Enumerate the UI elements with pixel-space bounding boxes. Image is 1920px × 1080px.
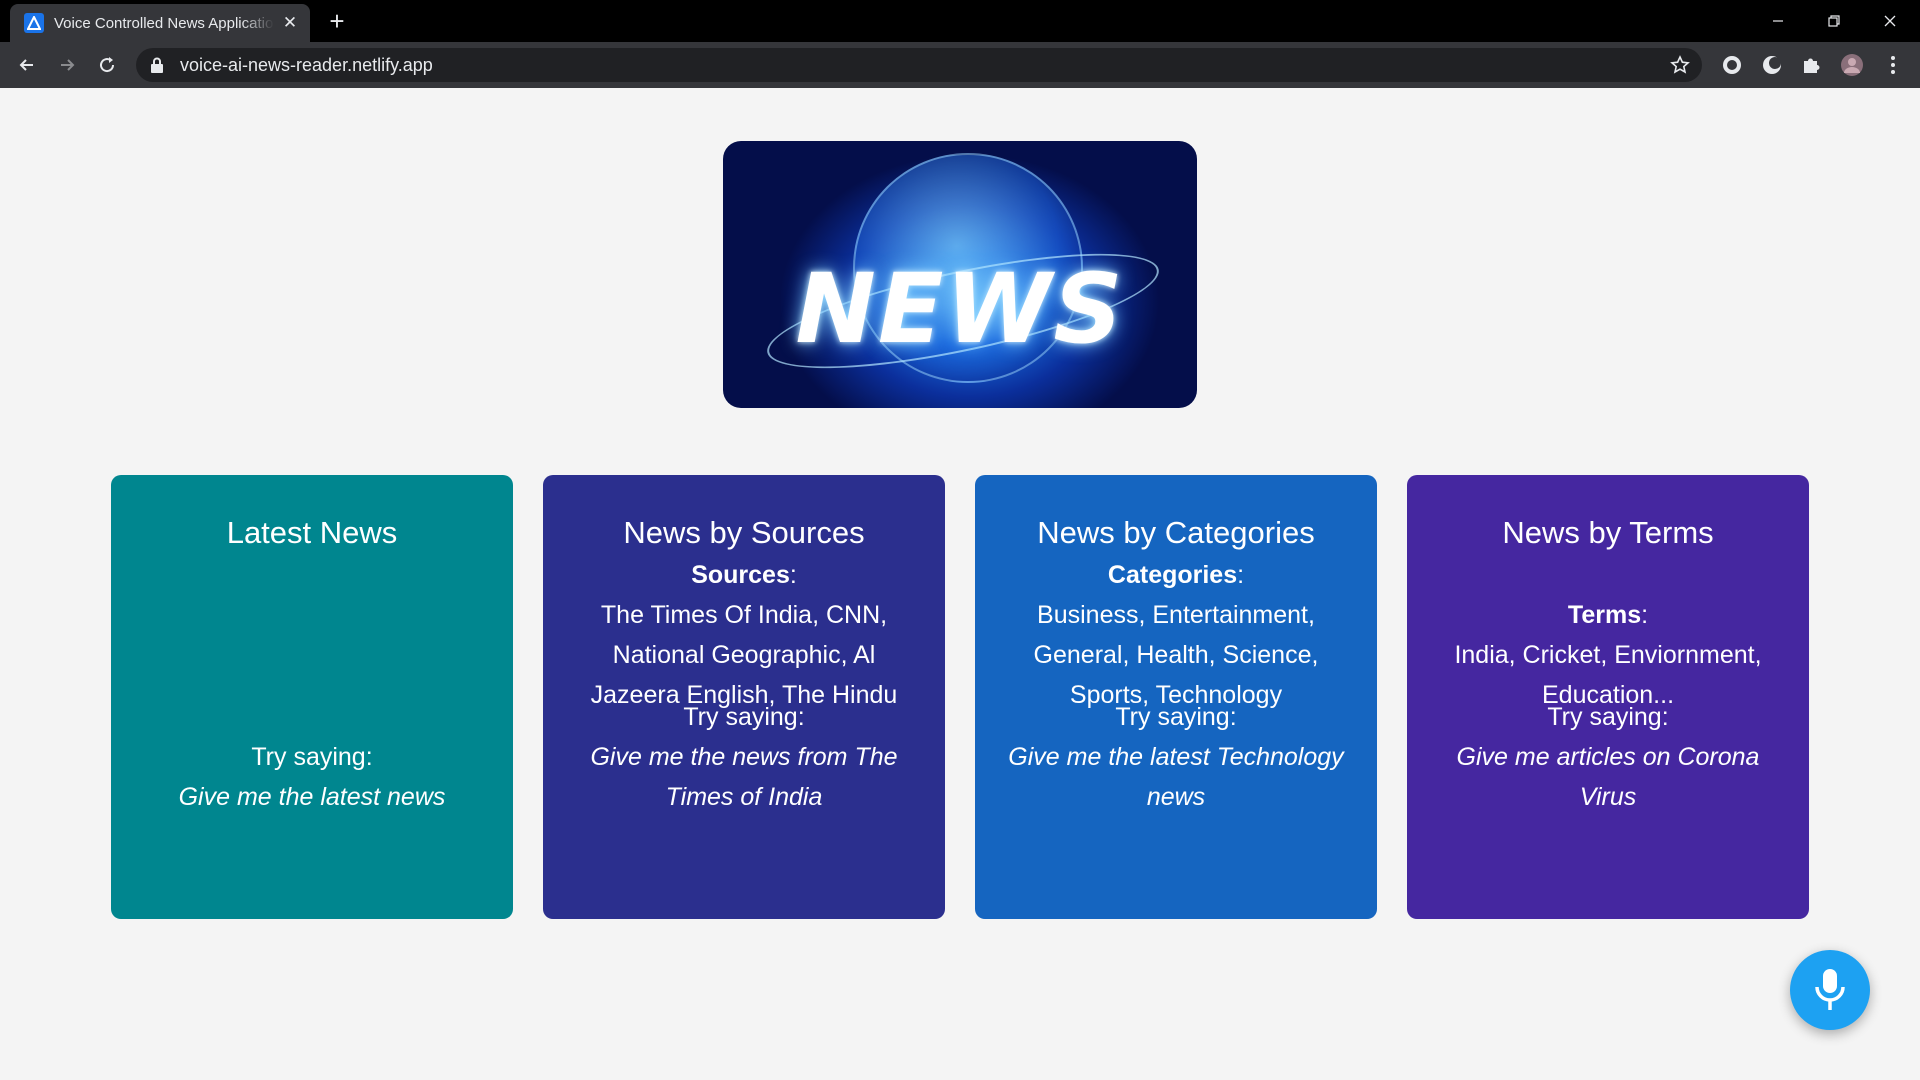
minimize-button[interactable] xyxy=(1750,0,1806,42)
forward-button[interactable] xyxy=(52,50,82,80)
card-title: News by Sources xyxy=(623,515,865,550)
info-text: Business, Entertainment, General, Health… xyxy=(1033,601,1319,709)
card-news-by-terms: News by Terms Terms: India, Cricket, Env… xyxy=(1407,475,1809,919)
reload-button[interactable] xyxy=(92,50,122,80)
close-window-button[interactable] xyxy=(1862,0,1918,42)
card-try-saying: Try saying: Give me the latest Technolog… xyxy=(999,697,1353,817)
card-try-saying: Try saying: Give me the latest news xyxy=(135,737,489,817)
tab-title: Voice Controlled News Application xyxy=(54,14,274,32)
microphone-button[interactable] xyxy=(1790,950,1870,1030)
browser-tab[interactable]: Voice Controlled News Application ✕ xyxy=(10,4,310,42)
app-favicon-icon xyxy=(24,13,44,33)
news-hero-image: NEWS xyxy=(723,141,1197,408)
card-try-saying: Try saying: Give me articles on Corona V… xyxy=(1431,697,1785,817)
puzzle-icon[interactable] xyxy=(1800,53,1824,77)
card-info: Sources: The Times Of India, CNN, Nation… xyxy=(590,561,898,709)
card-latest-news: Latest News Try saying: Give me the late… xyxy=(111,475,513,919)
info-text: The Times Of India, CNN, National Geogra… xyxy=(590,601,898,709)
hero-logo-text: NEWS xyxy=(795,253,1125,365)
browser-toolbar: voice-ai-news-reader.netlify.app xyxy=(0,42,1920,88)
info-heading: Categories xyxy=(1107,561,1238,589)
back-button[interactable] xyxy=(12,50,42,80)
try-example: Give me articles on Corona Virus xyxy=(1456,743,1760,811)
card-try-saying: Try saying: Give me the news from The Ti… xyxy=(567,697,921,817)
close-tab-icon[interactable]: ✕ xyxy=(280,13,300,33)
info-heading: Sources xyxy=(691,561,790,589)
page-content: NEWS Latest News Try saying: Give me the… xyxy=(0,88,1920,1080)
address-bar[interactable]: voice-ai-news-reader.netlify.app xyxy=(136,48,1702,82)
try-example: Give me the latest news xyxy=(178,783,446,811)
arrow-left-icon xyxy=(19,59,33,71)
microphone-icon xyxy=(1815,969,1845,1010)
try-label: Try saying: xyxy=(1115,703,1237,731)
try-label: Try saying: xyxy=(683,703,805,731)
extension-circle-icon[interactable] xyxy=(1720,53,1744,77)
reload-icon xyxy=(100,57,115,73)
card-news-by-sources: News by Sources Sources: The Times Of In… xyxy=(543,475,945,919)
card-news-by-categories: News by Categories Categories: Business,… xyxy=(975,475,1377,919)
card-info: Categories: Business, Entertainment, Gen… xyxy=(1033,561,1319,709)
try-example: Give me the news from The Times of India xyxy=(590,743,898,811)
card-title: News by Categories xyxy=(1037,515,1315,550)
try-example: Give me the latest Technology news xyxy=(1008,743,1344,811)
extension-moon-icon[interactable] xyxy=(1760,53,1784,77)
url-text: voice-ai-news-reader.netlify.app xyxy=(180,54,433,75)
card-title: News by Terms xyxy=(1502,515,1714,550)
arrow-right-icon xyxy=(61,59,75,71)
profile-avatar[interactable] xyxy=(1840,53,1864,77)
browser-titlebar: Voice Controlled News Application ✕ + xyxy=(0,0,1920,42)
try-label: Try saying: xyxy=(1547,703,1669,731)
info-heading: Terms xyxy=(1567,601,1642,629)
lock-icon xyxy=(151,57,163,73)
browser-menu-icon[interactable] xyxy=(1881,53,1905,77)
bookmark-star-icon[interactable] xyxy=(1670,55,1690,75)
card-title: Latest News xyxy=(226,515,398,550)
try-label: Try saying: xyxy=(251,743,373,771)
new-tab-button[interactable]: + xyxy=(322,7,352,37)
restore-button[interactable] xyxy=(1806,0,1862,42)
